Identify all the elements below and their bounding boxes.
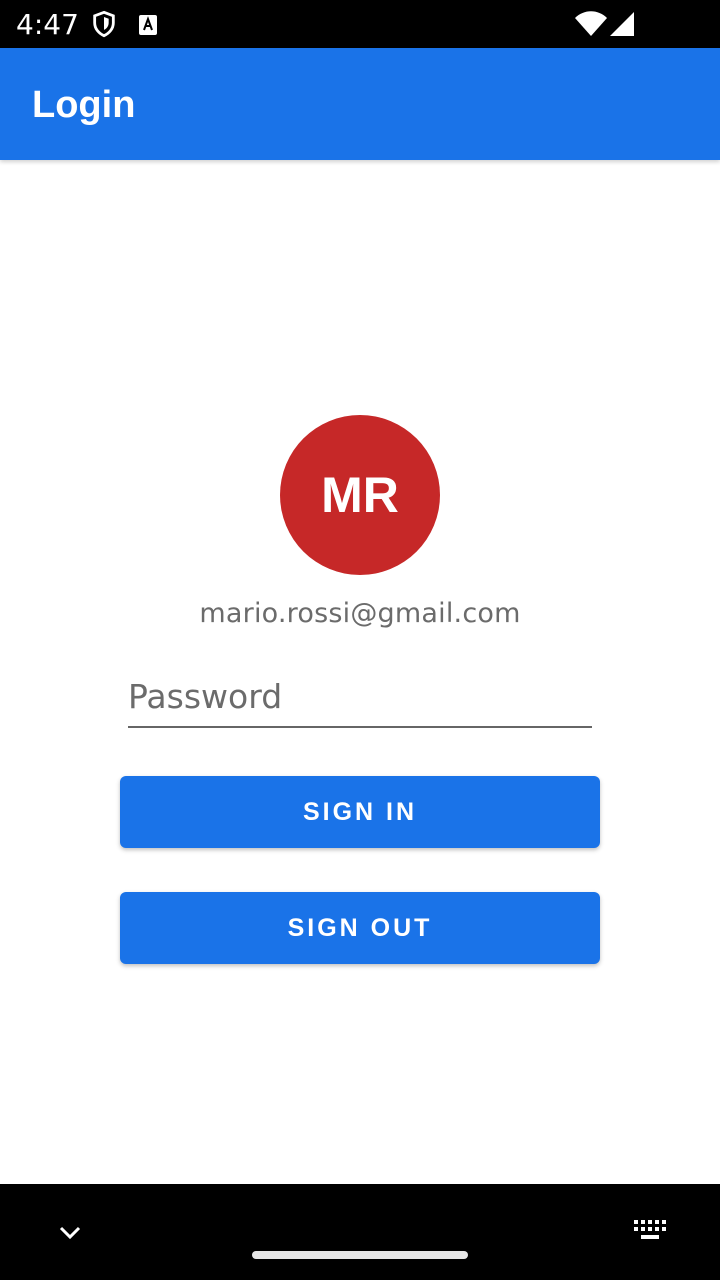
status-bar: 4:47 — [0, 0, 720, 48]
signal-icon — [610, 12, 634, 36]
shield-icon — [93, 10, 115, 38]
login-screen: 4:47 Login MR mario.rossi@gmail.com SIGN… — [0, 0, 720, 1280]
avatar-initials: MR — [321, 467, 399, 523]
chevron-down-icon[interactable] — [56, 1220, 84, 1244]
password-input[interactable] — [128, 672, 592, 728]
home-gesture-handle[interactable] — [252, 1251, 468, 1259]
a-notification-icon — [139, 15, 157, 35]
page-title: Login — [32, 84, 136, 126]
sign-out-button[interactable]: SIGN OUT — [120, 892, 600, 964]
app-bar: Login — [0, 48, 720, 160]
sign-in-button[interactable]: SIGN IN — [120, 776, 600, 848]
account-email: mario.rossi@gmail.com — [199, 598, 521, 629]
keyboard-icon[interactable] — [634, 1220, 666, 1242]
wifi-icon — [575, 11, 607, 36]
status-time: 4:47 — [16, 8, 79, 41]
navigation-bar — [0, 1184, 720, 1280]
avatar: MR — [280, 415, 440, 575]
